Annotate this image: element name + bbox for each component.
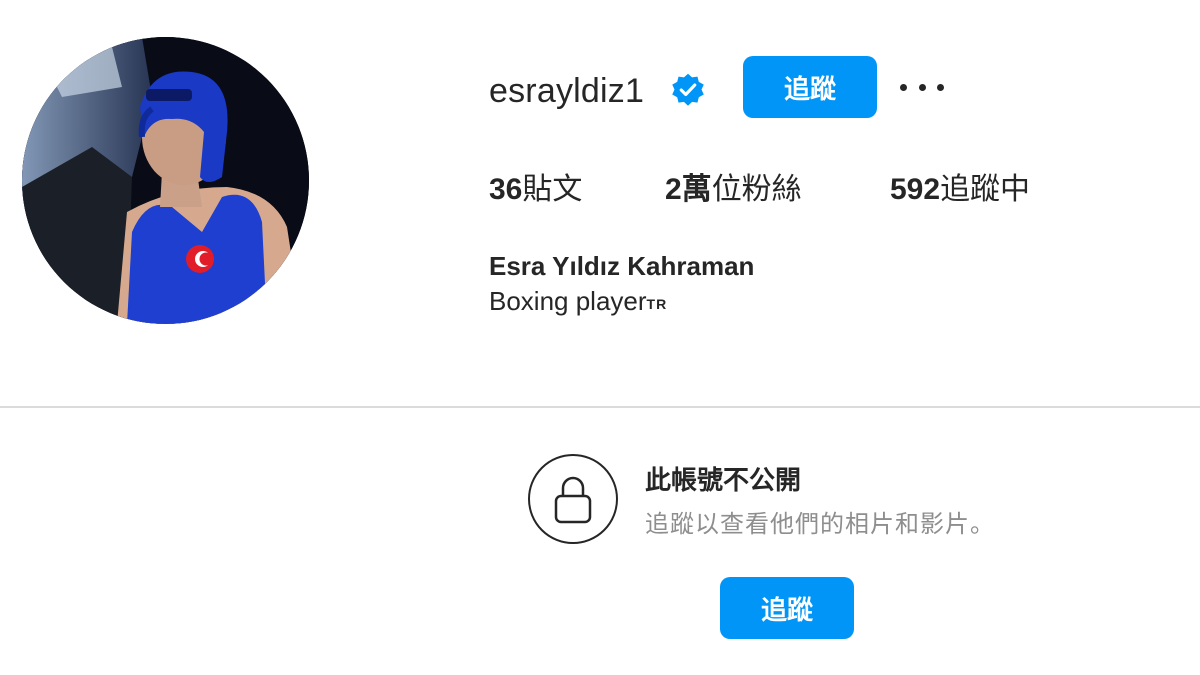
verified-badge-icon	[672, 73, 704, 106]
bio-flag: TR	[646, 296, 668, 312]
avatar-photo	[22, 37, 309, 324]
stat-followers[interactable]: 2萬位粉絲	[665, 168, 802, 212]
private-account-title: 此帳號不公開	[645, 465, 802, 495]
profile-username: esrayldiz1	[489, 72, 645, 110]
profile-bio: Boxing playerTR	[489, 283, 667, 322]
section-divider	[0, 406, 1200, 408]
followers-label: 位粉絲	[711, 173, 802, 206]
profile-avatar[interactable]	[22, 37, 309, 324]
stat-following[interactable]: 592追蹤中	[890, 168, 1030, 212]
bio-text: Boxing player	[489, 286, 647, 316]
posts-label: 貼文	[522, 173, 583, 206]
more-dot	[900, 83, 907, 91]
lock-icon	[554, 476, 592, 524]
followers-count: 2萬	[665, 173, 712, 206]
profile-page: esrayldiz1 追蹤 36貼文 2萬位粉絲 592追蹤中 Esra Yıl…	[0, 0, 1200, 675]
following-label: 追蹤中	[940, 173, 1031, 206]
stat-posts: 36貼文	[489, 168, 582, 212]
follow-button-secondary[interactable]: 追蹤	[720, 577, 854, 639]
more-dot	[937, 83, 944, 91]
private-lock-badge	[528, 454, 618, 544]
following-count: 592	[890, 173, 941, 206]
more-dot	[918, 83, 926, 91]
more-options-icon[interactable]	[900, 74, 944, 100]
posts-count: 36	[489, 173, 523, 206]
private-account-subtitle: 追蹤以查看他們的相片和影片。	[645, 511, 995, 538]
follow-button[interactable]: 追蹤	[743, 56, 877, 118]
profile-full-name: Esra Yıldız Kahraman	[489, 251, 755, 281]
